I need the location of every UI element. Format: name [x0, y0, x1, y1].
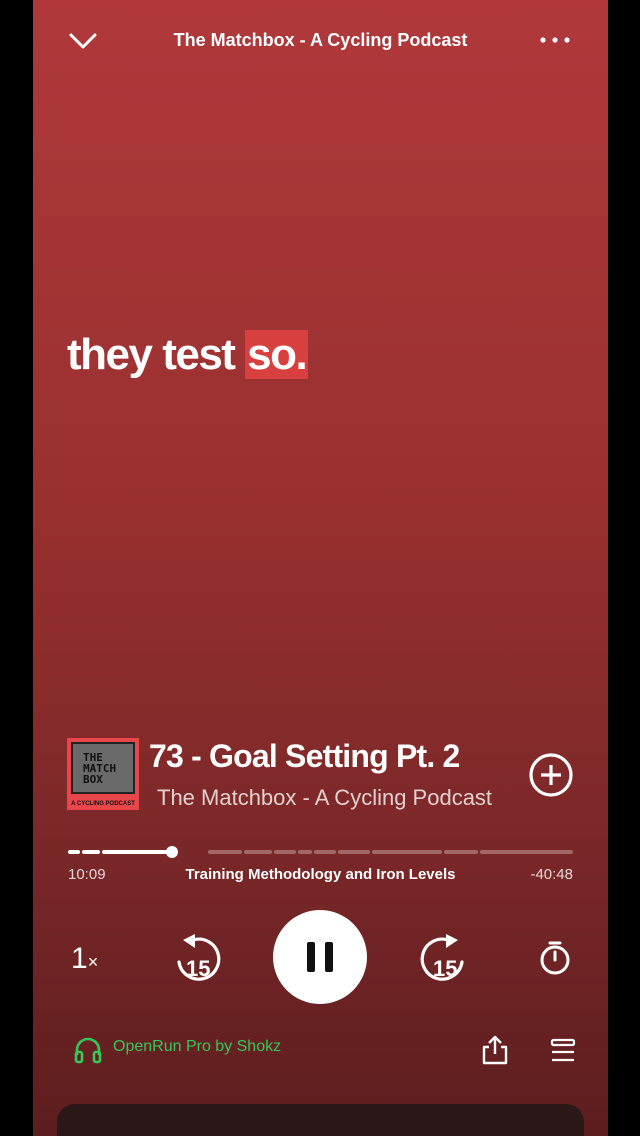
bottom-sheet-handle[interactable]: [57, 1104, 584, 1136]
pause-icon: [307, 942, 333, 972]
podcast-title: The Matchbox - A Cycling Podcast: [173, 30, 468, 50]
artwork-subtitle: A CYCLING PODCAST: [71, 801, 135, 807]
remaining-time: -40:48: [530, 866, 573, 883]
episode-title[interactable]: 73 - Goal Setting Pt. 2: [149, 738, 460, 775]
sleep-timer-icon[interactable]: [535, 938, 575, 978]
pause-button[interactable]: [273, 910, 367, 1004]
connected-device-label[interactable]: OpenRun Pro by Shokz: [113, 1038, 281, 1056]
queue-icon[interactable]: [550, 1038, 576, 1064]
episode-artwork: THE MATCH BOX A CYCLING PODCAST: [67, 738, 139, 810]
transcript-highlight: so.: [245, 330, 309, 379]
headphones-icon[interactable]: [73, 1035, 103, 1065]
progress-thumb: [166, 846, 178, 858]
share-icon[interactable]: [481, 1035, 509, 1065]
progress-bar[interactable]: [68, 846, 573, 858]
artwork-frame: THE MATCH BOX: [71, 742, 135, 794]
now-playing-screen: The Matchbox - A Cycling Podcast they te…: [33, 0, 608, 1136]
chapter-title[interactable]: Training Methodology and Iron Levels: [33, 866, 608, 883]
bottom-row: OpenRun Pro by Shokz: [33, 1033, 608, 1067]
transcript-line: they test so.: [67, 330, 309, 380]
playback-speed-button[interactable]: 1×: [71, 942, 98, 976]
skip-forward-15-icon[interactable]: 15: [416, 932, 470, 986]
svg-text:15: 15: [186, 956, 210, 981]
artwork-logo-text: THE MATCH BOX: [83, 751, 117, 786]
top-bar: The Matchbox - A Cycling Podcast: [33, 22, 608, 60]
show-name[interactable]: The Matchbox - A Cycling Podcast: [157, 785, 495, 811]
svg-text:15: 15: [433, 956, 457, 981]
more-options-icon[interactable]: [538, 28, 572, 52]
skip-back-15-icon[interactable]: 15: [171, 932, 225, 986]
transcript-text: they test: [67, 330, 246, 379]
add-to-library-icon[interactable]: [528, 752, 574, 798]
